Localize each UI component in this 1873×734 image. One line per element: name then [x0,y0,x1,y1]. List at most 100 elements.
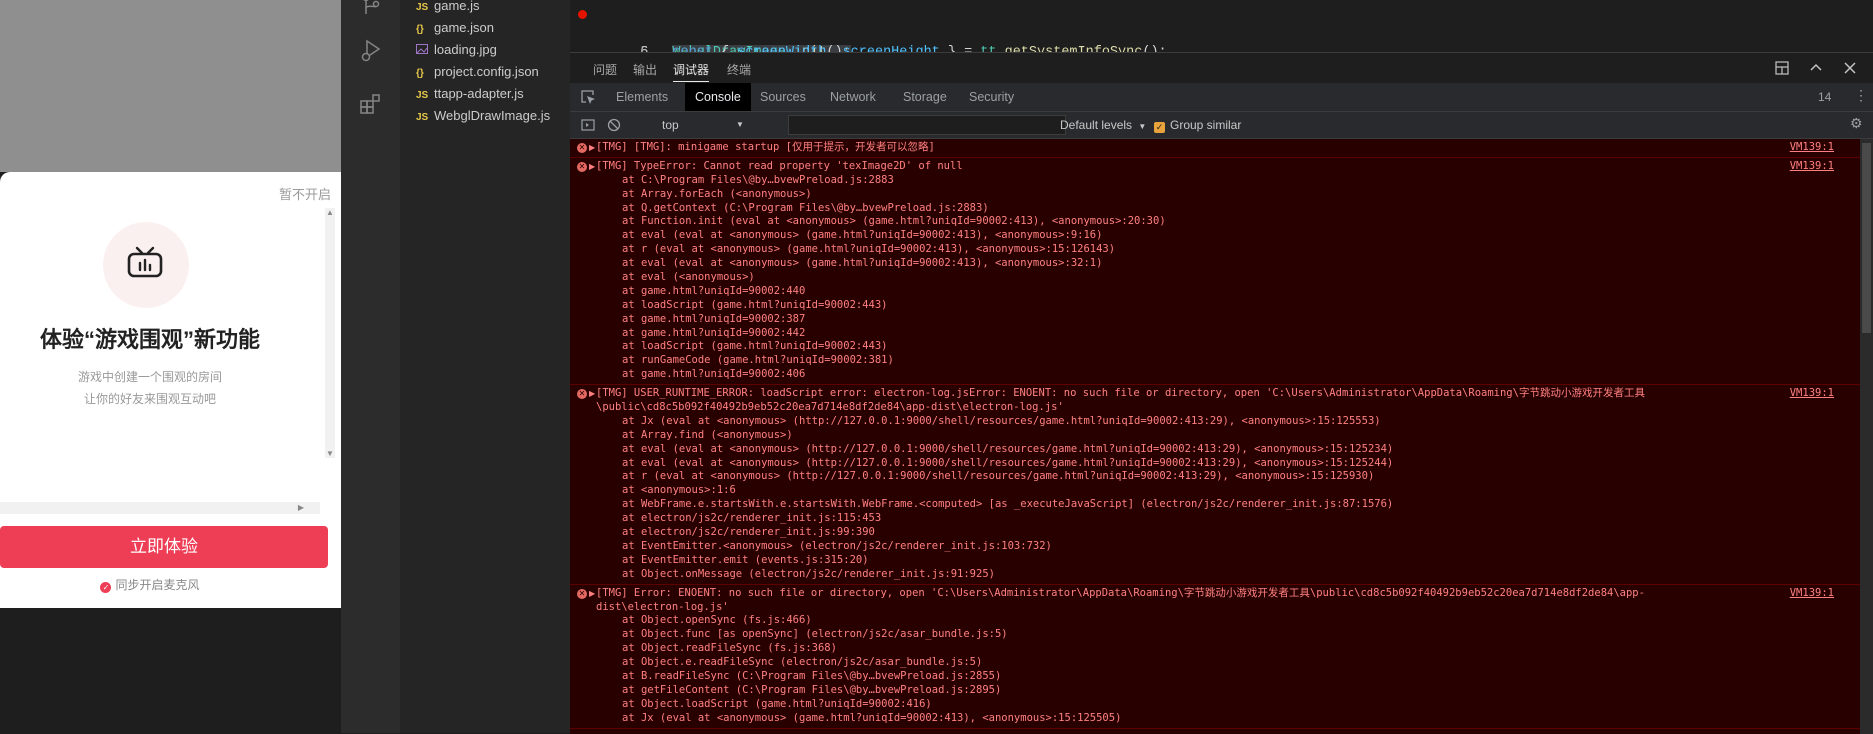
file-item[interactable]: JS WebglDrawImage.js [416,105,550,127]
dialog-title: 体验“游戏围观”新功能 [39,327,260,352]
stack-frame: at eval (eval at <anonymous> (game.html?… [622,229,1103,242]
stack-frame: at WebFrame.e.startsWith.e.startsWith.We… [622,498,1394,511]
file-name: game.json [434,20,494,35]
tab-network[interactable]: Network [820,83,886,111]
stack-frame: at electron/js2c/renderer_init.js:115:45… [622,512,882,525]
console-toolbar: top ▼ Default levels ▼ ✓ Group similar ⚙ [570,112,1873,139]
stack-frame: at Jx (eval at <anonymous> (game.html?un… [622,711,1122,724]
check-icon[interactable]: ✓ [100,582,112,593]
stack-frame: at r (eval at <anonymous> (http://127.0.… [622,470,1375,483]
devtools-tabbar: Elements Console Sources Network Storage… [570,83,1873,112]
simulator-backdrop [0,0,341,172]
group-similar-label: Group similar [1170,118,1242,132]
file-item[interactable]: {} game.json [416,17,494,39]
scroll-up-icon[interactable]: ▲ [326,208,334,217]
stack-frame: at game.html?uniqId=90002:406 [622,368,806,381]
scroll-right-icon[interactable]: ▶ [298,503,304,512]
dialog-horizontal-scrollbar[interactable]: ▶ [0,502,320,514]
stack-frame: at Object.readFileSync (fs.js:368) [622,642,837,655]
scroll-down-icon[interactable]: ▼ [326,449,334,458]
tab-security[interactable]: Security [959,83,1024,111]
tab-output[interactable]: 输出 [633,61,657,81]
tab-sources[interactable]: Sources [750,83,816,111]
stack-frame: at Array.find (<anonymous>) [622,428,793,441]
file-item[interactable]: {} project.config.json [416,61,539,83]
console-error-message[interactable]: ✕ ▶ VM139:1 [TMG] Error: ENOENT: no such fi… [570,585,1860,729]
inspect-element-icon[interactable] [580,89,596,105]
gear-icon[interactable]: ⚙ [1850,115,1863,132]
code-editor[interactable]: 5WebglDrawImage.init(); 6 const { screenW… [570,0,1873,52]
close-panel-icon[interactable] [1842,60,1858,76]
message-text: [TMG] [TMG]: minigame startup [仅用于提示，开发者… [596,141,935,153]
stack-frame: at EventEmitter.emit (events.js:315:20) [622,553,869,566]
message-source-link[interactable]: VM139:1 [1790,160,1834,174]
console-error-message[interactable]: ✕ ▶ VM139:1 [TMG] [TMG]: minigame startup [… [570,139,1860,158]
dialog-logo [103,222,189,308]
file-item[interactable]: JS game.js [416,0,480,17]
split-panel-icon[interactable] [1774,60,1790,76]
bottom-panel: 问题 输出 调试器 终端 Elements Console Sources Ne… [570,52,1873,734]
message-source-link[interactable]: VM139:1 [1790,141,1834,155]
console-scroll-thumb[interactable] [1862,143,1871,333]
console-messages: ✕ ▶ VM139:1 [TMG] [TMG]: minigame startup [… [570,139,1860,734]
chevron-down-icon: ▼ [1138,122,1147,131]
code-line[interactable]: 5WebglDrawImage.init(); [570,5,851,52]
message-text: [TMG] USER_RUNTIME_ERROR: loadScript err… [596,387,1645,400]
tab-elements[interactable]: Elements [606,83,678,111]
stack-frame: at eval (eval at <anonymous> (http://127… [622,442,1394,455]
skip-button[interactable]: 暂不开启 [279,184,331,203]
clear-console-icon[interactable] [606,117,622,133]
source-control-icon[interactable] [359,0,383,18]
tab-problems[interactable]: 问题 [593,61,617,81]
message-text: dist\electron-log.js' [596,600,729,613]
file-item[interactable]: JS ttapp-adapter.js [416,83,524,105]
message-text: \public\cd8c5b092f40492b9eb52c20ea7d714e… [596,401,1064,414]
expand-caret-icon[interactable]: ▶ [589,162,595,171]
stack-frame: at game.html?uniqId=90002:387 [622,312,806,325]
maximize-panel-icon[interactable] [1808,60,1824,76]
run-debug-icon[interactable] [359,38,383,62]
context-selector[interactable]: top ▼ [630,115,750,135]
file-item[interactable]: loading.jpg [416,39,497,61]
tab-storage[interactable]: Storage [893,83,957,111]
console-filter-input[interactable] [788,115,1066,135]
js-file-icon: JS [416,112,429,123]
line-number: 6 [602,43,648,52]
image-file-icon [416,41,434,63]
mic-sync-label: 同步开启麦克风 [115,578,200,592]
tab-debugger[interactable]: 调试器 [673,61,710,82]
js-file-icon: JS [416,90,429,101]
stack-frame: at Function.init (eval at <anonymous> (g… [622,215,1166,228]
breakpoint-icon[interactable] [578,10,587,19]
stack-frame: at Object.e.readFileSync (electron/js2c/… [622,656,983,669]
dialog-vertical-scrollbar[interactable]: ▲ ▼ [325,208,335,458]
try-now-button[interactable]: 立即体验 [0,526,328,568]
stack-frame: at Object.func [as openSync] (electron/j… [622,628,1008,641]
log-levels-label: Default levels [1060,118,1133,132]
expand-caret-icon[interactable]: ▶ [589,589,595,598]
stack-frame: at runGameCode (game.html?uniqId=90002:3… [622,354,894,367]
error-icon: ✕ [577,143,587,153]
expand-caret-icon[interactable]: ▶ [589,389,595,398]
stack-frame: at Object.openSync (fs.js:466) [622,614,812,627]
log-levels-dropdown[interactable]: Default levels ▼ [1060,115,1146,135]
tv-icon [127,246,163,278]
message-source-link[interactable]: VM139:1 [1790,387,1834,401]
console-error-message[interactable]: ✕ ▶ VM139:1 [TMG] USER_RUNTIME_ERROR: loadS… [570,385,1860,585]
tab-console[interactable]: Console [685,83,751,111]
sidebar-toggle-icon[interactable] [580,117,596,133]
code-line[interactable]: 6 const { screenWidth, screenHeight } = t… [570,24,1166,52]
error-icon: ✕ [577,161,587,172]
expand-caret-icon[interactable]: ▶ [589,143,595,152]
group-similar-toggle[interactable]: ✓ Group similar [1154,115,1241,135]
error-count-badge[interactable]: 14 [1818,90,1831,104]
checkbox-checked-icon[interactable]: ✓ [1154,122,1165,133]
console-error-message[interactable]: ✕ ▶ VM139:1 [TMG] TypeError: Cannot read pr… [570,158,1860,386]
tab-terminal[interactable]: 终端 [727,61,751,81]
simulator-footer [0,608,341,733]
mic-sync-option[interactable]: ✓ 同步开启麦克风 [0,576,300,593]
message-source-link[interactable]: VM139:1 [1790,587,1834,601]
more-options-icon[interactable]: ⋮ [1854,87,1868,104]
error-icon: ✕ [577,588,587,599]
extensions-icon[interactable] [359,92,383,116]
